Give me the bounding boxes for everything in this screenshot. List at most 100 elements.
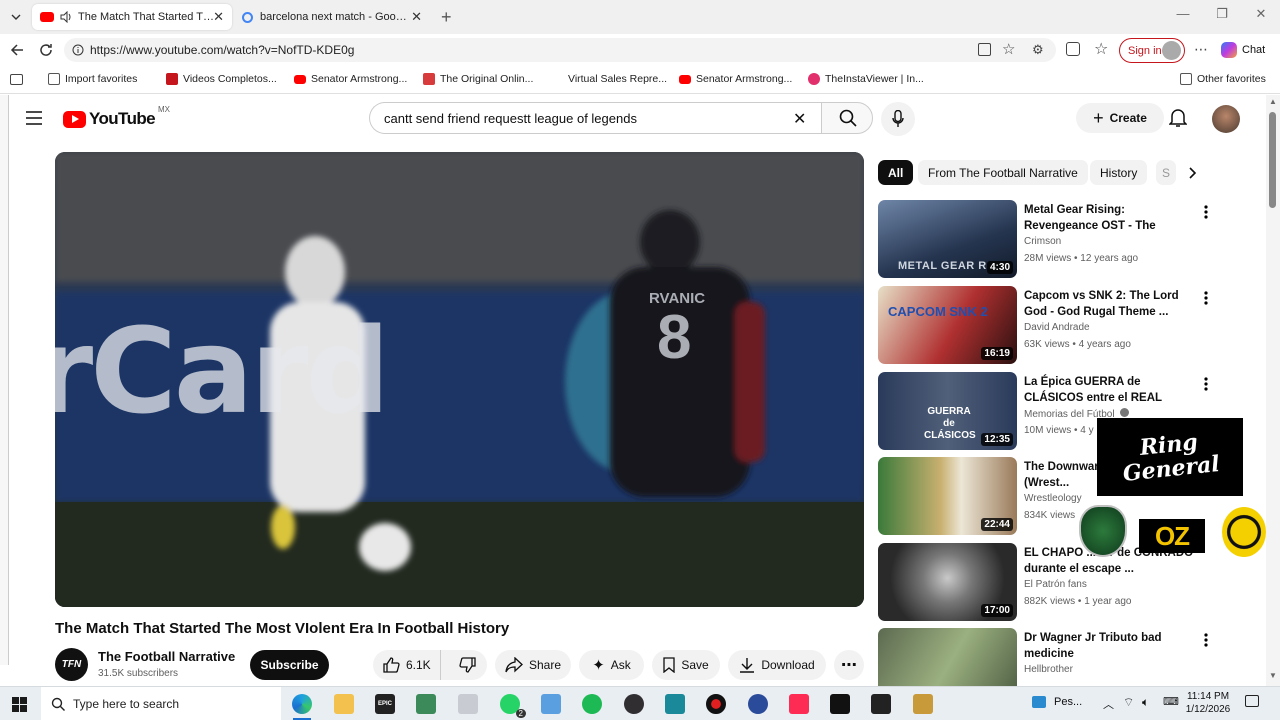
site-info-icon[interactable] (72, 44, 84, 56)
maximize-icon[interactable]: ❐ (1207, 6, 1237, 22)
video-thumbnail[interactable]: GUERRA de CLÁSICOS 12:35 (878, 372, 1017, 450)
favorites-icon[interactable]: ☆ (1094, 39, 1108, 59)
search-input[interactable]: cantt send friend requestt league of leg… (369, 102, 821, 134)
download-button[interactable]: Download (728, 650, 826, 680)
channel-avatar[interactable]: TFN (55, 648, 88, 681)
chips-next-arrow-icon[interactable] (1180, 160, 1206, 185)
close-tab-icon[interactable]: ✕ (411, 9, 422, 25)
storage-app-icon[interactable] (458, 694, 478, 714)
scroll-up-icon[interactable]: ▲ (1269, 97, 1277, 106)
rec-channel[interactable]: David Andrade (1024, 322, 1090, 333)
taskbar-search-input[interactable]: Type here to search (41, 687, 281, 721)
spotify-icon[interactable] (582, 694, 602, 714)
more-vertical-icon[interactable] (1200, 290, 1212, 306)
tab-actions-menu-icon[interactable] (10, 11, 22, 23)
app-available-icon[interactable] (978, 43, 991, 56)
chip-all[interactable]: All (878, 160, 914, 185)
channel-name[interactable]: The Football Narrative (98, 649, 235, 664)
subscribe-button[interactable]: Subscribe (250, 650, 329, 680)
chip-partial[interactable]: S (1156, 160, 1176, 185)
edge-app-icon[interactable] (292, 694, 312, 714)
video-thumbnail[interactable]: METAL GEAR R 4:30 (878, 200, 1017, 278)
speaker-icon[interactable] (60, 11, 72, 23)
bookmark-senator-armstrong-2[interactable]: Senator Armstrong... (679, 73, 792, 85)
sign-in-button[interactable]: Sign in (1119, 38, 1185, 63)
tray-overflow-icon[interactable]: ︿ (1103, 696, 1114, 712)
more-actions-button[interactable]: ⋯ (834, 650, 864, 680)
video-thumbnail[interactable]: CAPCOM SNK 2 16:19 (878, 286, 1017, 364)
search-button[interactable] (821, 102, 873, 134)
bookmark-original-online[interactable]: The Original Onlin... (423, 73, 533, 85)
video-thumbnail[interactable]: 17:00 (878, 543, 1017, 621)
close-window-icon[interactable]: ✕ (1246, 6, 1276, 22)
like-button[interactable]: 6.1K (373, 650, 441, 680)
favorite-star-icon[interactable]: ☆ (1002, 40, 1015, 58)
video-player[interactable]: rCard RVANIC 8 (55, 152, 864, 607)
wifi-icon[interactable]: ⌔ (1123, 695, 1134, 710)
bookmark-instaviewer[interactable]: TheInstaViewer | In... (808, 73, 924, 85)
refresh-icon[interactable] (38, 42, 54, 58)
notifications-icon[interactable] (1245, 695, 1259, 707)
copilot-chat-button[interactable]: Chat (1221, 42, 1265, 58)
tab-google-search[interactable]: barcelona next match - Google Se ✕ (234, 4, 430, 30)
tab-youtube-video[interactable]: The Match That Started The M ✕ (32, 4, 232, 30)
tool-app-icon[interactable] (416, 694, 436, 714)
obs-icon[interactable] (624, 694, 644, 714)
scrollbar[interactable]: ▲ ▼ (1266, 95, 1280, 686)
close-tab-icon[interactable]: ✕ (213, 9, 224, 25)
more-options-icon[interactable]: ⋯ (1194, 41, 1208, 58)
whatsapp-icon[interactable]: 2 (500, 694, 526, 718)
share-button[interactable]: Share (495, 650, 571, 680)
app-teal-icon[interactable] (665, 694, 685, 714)
language-icon[interactable]: ⌨ (1163, 695, 1179, 708)
file-explorer-icon[interactable] (334, 694, 354, 714)
bookmark-import-favorites[interactable]: Import favorites (48, 73, 137, 85)
create-button[interactable]: + Create (1076, 103, 1164, 133)
clear-search-icon[interactable]: ✕ (793, 109, 806, 129)
scroll-down-icon[interactable]: ▼ (1269, 671, 1277, 680)
notes-app-icon[interactable] (871, 694, 891, 714)
extensions-icon[interactable]: ⚙ (1032, 42, 1044, 58)
epic-games-icon[interactable]: EPIC (375, 694, 395, 714)
image-app-icon[interactable] (541, 694, 561, 714)
hamburger-menu-icon[interactable] (26, 111, 42, 125)
bookmark-videos-completos[interactable]: Videos Completos... (166, 73, 277, 85)
scrollbar-thumb[interactable] (1269, 112, 1276, 208)
rec-video-2[interactable]: CAPCOM SNK 2 16:19 Capcom vs SNK 2: The … (878, 286, 1258, 366)
chip-from-channel[interactable]: From The Football Narrative (918, 160, 1088, 185)
clock[interactable]: 11:14 PM 1/12/2026 (1182, 690, 1234, 716)
video-thumbnail[interactable]: 22:44 (878, 457, 1017, 535)
rec-video-1[interactable]: METAL GEAR R 4:30 Metal Gear Rising: Rev… (878, 200, 1258, 280)
vpn-app-icon[interactable] (748, 694, 768, 714)
chip-history[interactable]: History (1090, 160, 1148, 185)
tiktok-icon[interactable] (789, 694, 809, 714)
notifications-bell-icon[interactable] (1169, 108, 1187, 128)
back-icon[interactable] (9, 42, 25, 58)
rec-video-5[interactable]: 17:00 EL CHAPO ... far de CONRADO durant… (878, 543, 1258, 623)
record-icon[interactable] (706, 694, 726, 714)
bookmark-senator-armstrong-1[interactable]: Senator Armstrong... (294, 73, 407, 85)
rec-channel[interactable]: El Patrón fans (1024, 579, 1087, 590)
rec-channel[interactable]: Crimson (1024, 236, 1061, 247)
audio-app-icon[interactable] (830, 694, 850, 714)
sidebar-toggle-icon[interactable] (10, 74, 23, 85)
account-avatar[interactable] (1212, 105, 1240, 133)
more-vertical-icon[interactable] (1200, 204, 1212, 220)
more-vertical-icon[interactable] (1200, 632, 1212, 648)
voice-search-button[interactable] (881, 102, 915, 136)
save-button[interactable]: Save (652, 650, 720, 680)
game-app-icon[interactable] (913, 694, 933, 714)
rec-channel[interactable]: Wrestleology (1024, 493, 1082, 504)
new-tab-icon[interactable]: + (441, 7, 452, 28)
rec-channel[interactable]: Hellbrother (1024, 664, 1073, 675)
dislike-button[interactable] (447, 657, 476, 673)
other-favorites[interactable]: Other favorites (1180, 73, 1266, 85)
split-screen-icon[interactable] (1066, 42, 1080, 56)
address-bar[interactable]: https://www.youtube.com/watch?v=NofTD-KD… (64, 38, 1056, 62)
ask-button[interactable]: ✦ Ask (579, 650, 644, 680)
weather-widget[interactable]: Pes... (1032, 696, 1082, 708)
volume-icon[interactable]: 🔈︎ (1142, 695, 1149, 710)
youtube-logo[interactable]: YouTube MX (63, 105, 170, 129)
minimize-icon[interactable]: — (1168, 6, 1198, 21)
windows-start-icon[interactable] (12, 697, 27, 712)
